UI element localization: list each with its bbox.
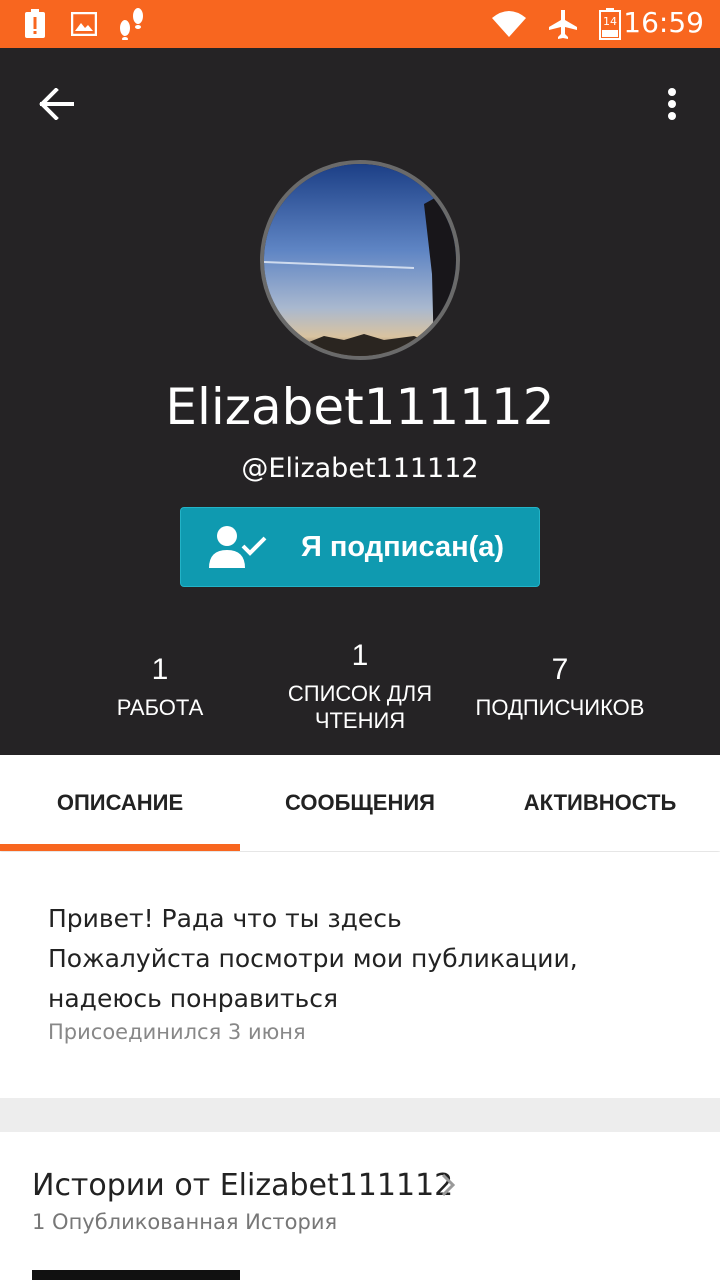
stat-followers-value: 7 (551, 653, 569, 686)
stat-works[interactable]: 1 РАБОТА (60, 638, 260, 721)
active-tab-indicator (0, 844, 240, 851)
footsteps-icon (116, 8, 148, 40)
about-section: Привет! Рада что ты здесь Пожалуйста пос… (0, 852, 720, 1098)
description-line: надеюсь понравиться (48, 984, 339, 1013)
stat-reading-lists-label: СПИСОК ДЛЯ ЧТЕНИЯ (287, 681, 433, 733)
stat-works-value: 1 (151, 653, 169, 686)
tab-messages[interactable]: СООБЩЕНИЯ (240, 755, 480, 851)
airplane-icon (546, 8, 580, 40)
section-divider (0, 1098, 720, 1132)
stat-works-label: РАБОТА (116, 695, 204, 720)
profile-header: Elizabet111112 @Elizabet111112 Я подписа… (0, 48, 720, 755)
following-button[interactable]: Я подписан(а) (180, 507, 540, 587)
stories-count: 1 Опубликованная История (32, 1210, 338, 1234)
description-line: Привет! Рада что ты здесь (48, 904, 402, 933)
stat-followers-label: ПОДПИСЧИКОВ (475, 695, 645, 720)
stat-reading-lists-value: 1 (351, 639, 369, 672)
user-check-icon (207, 524, 269, 575)
wifi-icon (490, 8, 528, 40)
image-icon (70, 8, 98, 40)
following-button-label: Я подписан(а) (301, 531, 505, 563)
description-line: Пожалуйста посмотри мои публикации, (48, 944, 578, 973)
display-name: Elizabet111112 (165, 378, 555, 436)
story-cover-thumbnail[interactable] (32, 1270, 240, 1280)
battery-icon: 14 (598, 8, 622, 40)
back-arrow-icon (39, 88, 74, 120)
tab-about[interactable]: ОПИСАНИЕ (0, 755, 240, 851)
more-vertical-icon (668, 88, 676, 120)
username: @Elizabet111112 (241, 453, 479, 484)
profile-tabs: ОПИСАНИЕ СООБЩЕНИЯ АКТИВНОСТЬ (0, 755, 720, 851)
status-time: 16:59 (623, 6, 704, 39)
tab-activity[interactable]: АКТИВНОСТЬ (480, 755, 720, 851)
status-bar: 14 16:59 (0, 0, 720, 48)
battery-level: 14 (603, 15, 617, 28)
stories-title[interactable]: Истории от Elizabet111112 (32, 1168, 453, 1203)
back-button[interactable] (28, 76, 84, 132)
alert-icon (22, 8, 48, 40)
avatar[interactable] (260, 160, 460, 360)
joined-date: Присоединился 3 июня (48, 1020, 306, 1044)
stat-followers[interactable]: 7 ПОДПИСЧИКОВ (460, 638, 660, 721)
stories-section: Истории от Elizabet111112 1 Опубликованн… (0, 1132, 720, 1280)
stat-reading-lists[interactable]: 1 СПИСОК ДЛЯ ЧТЕНИЯ (260, 638, 460, 734)
chevron-right-icon[interactable] (440, 1172, 456, 1203)
overflow-menu-button[interactable] (648, 76, 696, 132)
